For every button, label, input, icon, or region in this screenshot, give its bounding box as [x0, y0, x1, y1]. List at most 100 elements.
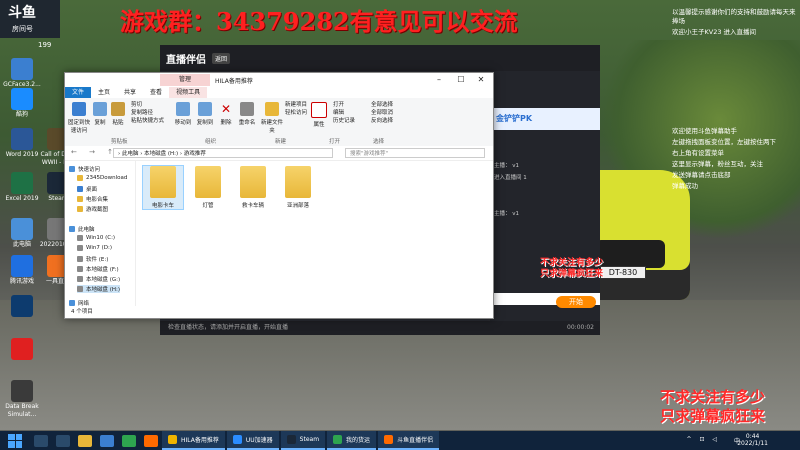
promo-line: 只求弹幕疯狂来	[540, 269, 604, 279]
sidebar-item[interactable]: 电影合集	[77, 195, 108, 203]
drive-icon	[69, 166, 75, 172]
new-folder-button[interactable]: 新建文件夹	[261, 102, 283, 134]
minimize-icon[interactable]: –	[429, 74, 449, 86]
sidebar-item[interactable]: 本地磁盘 (G:)	[77, 275, 120, 283]
taskbar-app[interactable]: HILA备用推荐	[162, 431, 225, 450]
group-banner: 游戏群：34379282有意见可以交流	[120, 7, 518, 36]
maximize-icon[interactable]: ☐	[451, 74, 471, 86]
close-icon[interactable]: ✕	[471, 74, 491, 86]
desktop-icon[interactable]: GCFace3.2...	[2, 58, 42, 89]
paste-icon	[111, 102, 125, 116]
app-icon[interactable]	[144, 434, 158, 447]
select-none-label[interactable]: 全部取消	[371, 108, 411, 116]
copy-button[interactable]: 复制	[91, 102, 109, 126]
properties-label: 属性	[313, 122, 325, 128]
delete-button[interactable]: ✕ 删除	[217, 102, 235, 126]
folder-icon	[265, 102, 279, 116]
edit-label[interactable]: 编辑	[333, 108, 369, 116]
promo-line: 只求弹幕疯狂来	[660, 407, 766, 425]
desktop-icon[interactable]: 此电脑	[2, 218, 42, 249]
folder-item[interactable]: 救卡车辆	[233, 166, 273, 209]
drive-icon	[77, 175, 83, 181]
taskbar-app[interactable]: Steam	[280, 431, 326, 450]
desktop-icon[interactable]	[2, 338, 42, 361]
folder-item[interactable]: 灯管	[188, 166, 228, 209]
folder-icon	[195, 166, 221, 198]
drive-icon	[77, 286, 83, 292]
cut-label[interactable]: 剪切	[131, 100, 171, 108]
chat-message: 发送弹幕请点击底部	[672, 171, 731, 179]
sidebar-item-label: 软件 (E:)	[86, 257, 109, 263]
desktop-icon[interactable]: Word 2019	[2, 128, 42, 159]
move-to-button[interactable]: 移动到	[173, 102, 193, 126]
tab-video-tools[interactable]: 视频工具	[169, 87, 208, 98]
tab-share[interactable]: 共享	[117, 87, 143, 98]
copy-to-button[interactable]: 复制到	[195, 102, 215, 126]
pk-banner[interactable]: 金铲铲PK	[490, 108, 600, 130]
clock[interactable]: 0:44 2022/1/11	[737, 433, 768, 447]
paste-button[interactable]: 粘贴	[109, 102, 127, 126]
chat-message: 左键拖拽面板变位置，左键按住两下	[672, 138, 776, 146]
search-input[interactable]: 搜索"游戏推荐"	[345, 148, 485, 158]
drive-icon	[77, 196, 83, 202]
app-tag[interactable]: 返回	[212, 52, 231, 64]
pin-button[interactable]: 固定到快速访问	[67, 102, 91, 134]
taskbar-app[interactable]: 我的货运	[327, 431, 377, 450]
sidebar-item[interactable]: 本地磁盘 (H:)	[77, 285, 121, 293]
sidebar-item[interactable]: 此电脑	[69, 225, 95, 233]
tab-home[interactable]: 主页	[91, 87, 117, 98]
start-button[interactable]	[8, 433, 22, 448]
sidebar-item[interactable]: 本地磁盘 (F:)	[77, 265, 119, 273]
taskbar: HILA备用推荐 UU加速器 Steam 我的货运 斗鱼直播伴侣 ^ ⊡ ◁ 中 0:4…	[0, 431, 800, 450]
open-label[interactable]: 打开	[333, 100, 369, 108]
sidebar-item[interactable]: Win7 (D:)	[77, 245, 112, 251]
new-folder-label: 新建文件夹	[261, 120, 284, 134]
chrome-icon[interactable]	[122, 434, 136, 447]
folder-icon[interactable]	[78, 434, 92, 447]
sidebar-item[interactable]: 快速访问	[69, 165, 100, 173]
group-clipboard: 剪贴板	[111, 139, 128, 145]
task-view-icon[interactable]	[56, 434, 70, 447]
edge-icon[interactable]	[100, 434, 114, 447]
clipboard-options[interactable]: 剪切 复制路径 粘贴快捷方式	[131, 100, 171, 124]
sidebar-item-label: 游戏截图	[86, 207, 109, 213]
sidebar-item[interactable]: 桌面	[77, 185, 97, 193]
start-live-button[interactable]: 开始	[556, 296, 596, 308]
sidebar-item-label: 本地磁盘 (G:)	[86, 277, 121, 283]
invert-label[interactable]: 反向选择	[371, 116, 411, 124]
properties-button[interactable]: 属性	[311, 102, 327, 128]
copy-path-label[interactable]: 复制路径	[131, 108, 171, 116]
tab-view[interactable]: 查看	[143, 87, 169, 98]
address-bar[interactable]: › 此电脑 › 本地磁盘 (H:) › 游戏推荐	[113, 148, 333, 158]
folder-item[interactable]: 电影卡车	[142, 165, 184, 210]
desktop-icon[interactable]: 腾讯游戏	[2, 255, 42, 286]
file-explorer-window[interactable]: 管理 HILA备用推荐 – ☐ ✕ 文件 主页 共享 查看 视频工具 固定到快速…	[64, 72, 494, 319]
select-options[interactable]: 全部选择 全部取消 反向选择	[371, 100, 411, 124]
desktop-icon[interactable]	[2, 295, 42, 318]
taskbar-app[interactable]: UU加速器	[226, 431, 279, 450]
tray-icons[interactable]: ^ ⊡ ◁	[687, 436, 720, 443]
folder-item[interactable]: 亚洲部落	[278, 166, 318, 209]
nav-buttons[interactable]: ← → ↑	[71, 148, 118, 156]
taskbar-app-label: 斗鱼直播伴侣	[397, 437, 434, 444]
explorer-titlebar[interactable]: 管理 HILA备用推荐 – ☐ ✕	[65, 73, 493, 87]
sidebar-item[interactable]: 游戏截图	[77, 205, 108, 213]
search-icon[interactable]	[34, 434, 48, 447]
sidebar-item[interactable]: Win10 (C:)	[77, 235, 115, 241]
tab-file[interactable]: 文件	[65, 87, 92, 98]
desktop-icon[interactable]: Data Break Simulat...	[2, 380, 42, 419]
select-all-label[interactable]: 全部选择	[371, 100, 411, 108]
window-title: HILA备用推荐	[215, 78, 253, 85]
group-organize: 组织	[205, 139, 217, 145]
rename-button[interactable]: 重命名	[237, 102, 257, 126]
context-tab-manage[interactable]: 管理	[160, 74, 210, 86]
open-options[interactable]: 打开 编辑 历史记录	[333, 100, 369, 124]
desktop-icon[interactable]: 酷狗	[2, 88, 42, 119]
desktop-icon[interactable]: Excel 2019	[2, 172, 42, 203]
history-label[interactable]: 历史记录	[333, 116, 369, 124]
sidebar-item[interactable]: 2345Download	[77, 175, 127, 181]
sidebar-item[interactable]: 软件 (E:)	[77, 255, 108, 263]
paste-shortcut-label[interactable]: 粘贴快捷方式	[131, 116, 171, 124]
logo-room: 房间号	[12, 25, 33, 33]
taskbar-app[interactable]: 斗鱼直播伴侣	[378, 431, 440, 450]
